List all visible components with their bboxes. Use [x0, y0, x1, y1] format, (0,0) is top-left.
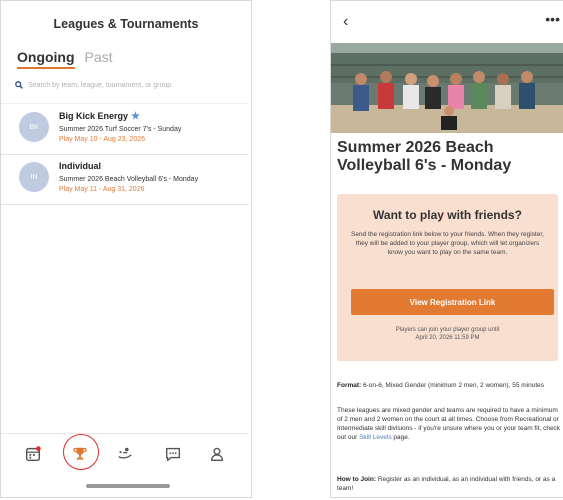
back-icon[interactable]: ‹: [343, 13, 348, 31]
event-photo: [331, 43, 563, 133]
deadline-label: Players can join your player group until: [395, 327, 500, 333]
home-indicator: [86, 484, 170, 488]
tab-bar: Ongoing Past: [17, 49, 113, 69]
team-name: Big Kick Energy: [59, 111, 129, 121]
description-end: page.: [393, 434, 410, 441]
chat-icon[interactable]: [163, 444, 183, 464]
star-icon[interactable]: ★: [131, 111, 140, 122]
format-label: Format:: [337, 382, 362, 389]
top-bar: ‹ •••: [331, 1, 563, 43]
league-card[interactable]: IN Individual Summer 2026 Beach Volleyba…: [1, 154, 249, 205]
team-name: Individual: [59, 161, 102, 171]
players-icon[interactable]: [115, 444, 135, 464]
bottom-nav: [1, 433, 249, 470]
leagues-screen: Leagues & Tournaments Ongoing Past Searc…: [0, 0, 252, 498]
play-dates: Play May 11 - Aug 31, 2026: [59, 186, 145, 193]
tab-past[interactable]: Past: [85, 49, 113, 69]
format-text: Format: 6-on-6, Mixed Gender (minimum 2 …: [337, 381, 562, 390]
search-input[interactable]: Search by team, league, tournament, or g…: [15, 81, 171, 89]
how-to-join-text: How to Join: Register as an individual, …: [337, 475, 562, 493]
league-name: Summer 2026 Beach Volleyball 6's - Monda…: [59, 176, 199, 183]
promo-body: Send the registration link below to your…: [351, 231, 544, 256]
join-label: How to Join:: [337, 476, 376, 483]
league-card[interactable]: BK Big Kick Energy ★ Summer 2026 Turf Soc…: [1, 103, 249, 155]
event-detail-screen: ‹ ••• Summer 2026 Beach Volleyball 6's -…: [330, 0, 563, 498]
calendar-icon[interactable]: [23, 444, 43, 464]
tab-ongoing[interactable]: Ongoing: [17, 49, 75, 69]
view-registration-link-button[interactable]: View Registration Link: [351, 289, 554, 315]
deadline-date: April 20, 2026 11:59 PM: [415, 335, 480, 341]
player-group-deadline: Players can join your player group until…: [337, 326, 558, 342]
search-icon: [15, 81, 23, 89]
page-title: Leagues & Tournaments: [53, 17, 199, 31]
event-title: Summer 2026 Beach Volleyball 6's - Monda…: [337, 139, 512, 174]
avatar: BK: [19, 112, 49, 142]
friends-promo-card: Want to play with friends? Send the regi…: [337, 194, 558, 361]
search-placeholder: Search by team, league, tournament, or g…: [28, 81, 172, 89]
avatar: IN: [19, 162, 49, 192]
play-dates: Play May 10 - Aug 23, 2026: [59, 136, 145, 143]
league-name: Summer 2026 Turf Soccer 7's - Sunday: [59, 126, 182, 133]
profile-icon[interactable]: [207, 444, 227, 464]
description-text: These leagues are mixed gender and teams…: [337, 406, 562, 442]
skill-levels-link[interactable]: Skill Levels: [359, 434, 392, 441]
promo-heading: Want to play with friends?: [373, 208, 522, 222]
format-value: 6-on-6, Mixed Gender (minimum 2 men, 2 w…: [363, 382, 545, 389]
more-icon[interactable]: •••: [545, 11, 560, 27]
active-nav-highlight: [63, 434, 99, 470]
